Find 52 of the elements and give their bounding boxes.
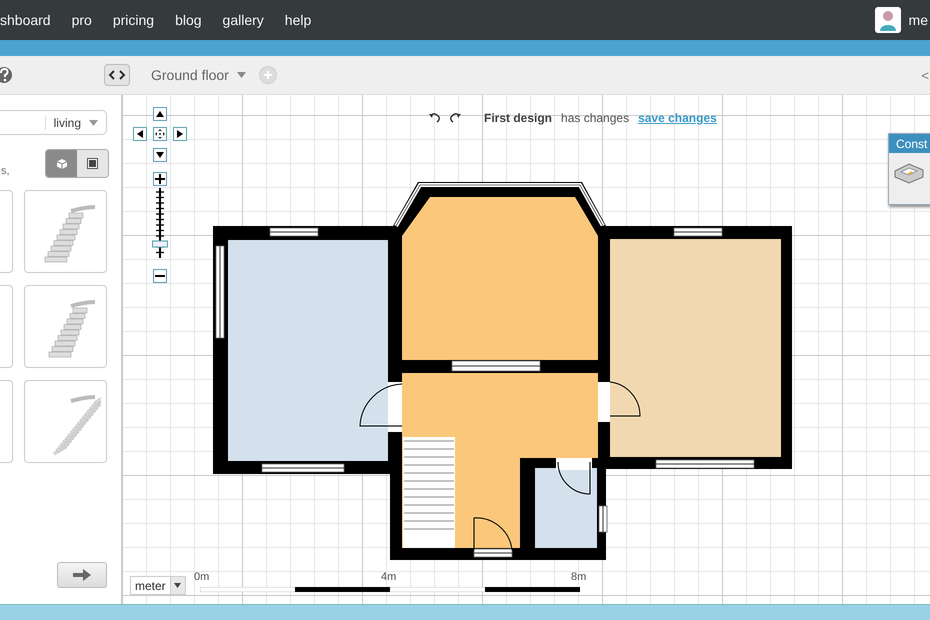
plus-icon (155, 174, 165, 184)
staircase-tile[interactable] (24, 285, 107, 368)
zoom-slider[interactable] (152, 188, 168, 258)
zoom-out-button[interactable] (153, 269, 167, 283)
floor-dropdown[interactable]: Ground floor (151, 67, 246, 83)
redo-icon[interactable] (448, 113, 462, 123)
scale-label: 4m (381, 571, 396, 583)
collapse-label[interactable]: < (921, 68, 929, 83)
help-icon[interactable] (0, 65, 12, 85)
caret-icon (236, 72, 246, 78)
2d-view-button[interactable] (77, 150, 108, 177)
design-name: First design (484, 111, 552, 125)
nav-link[interactable]: pricing (112, 12, 154, 28)
design-status: has changes (561, 111, 630, 125)
nav-link[interactable]: help (284, 12, 312, 28)
up-triangle-icon (156, 111, 164, 117)
pan-down-button[interactable] (153, 148, 167, 162)
wall-tool-icon[interactable] (893, 161, 925, 185)
unit-dropdown[interactable]: meter (130, 576, 186, 595)
square-icon (87, 158, 98, 169)
left-right-arrows-icon (108, 70, 126, 80)
pan-up-button[interactable] (153, 107, 167, 121)
zoom-slider-thumb[interactable] (152, 240, 168, 248)
nav-link[interactable]: blog (175, 12, 202, 28)
panel-toggle-button[interactable] (104, 64, 130, 86)
category-dropdown[interactable]: living (0, 110, 107, 135)
nav-link[interactable]: pro (72, 12, 92, 28)
pan-right-button[interactable] (173, 127, 187, 141)
left-triangle-icon (137, 130, 143, 138)
plus-icon (262, 70, 273, 80)
next-button[interactable] (57, 562, 107, 588)
staircase-tile[interactable] (24, 190, 107, 273)
pan-center-button[interactable] (153, 127, 167, 141)
avatar-icon[interactable] (874, 7, 901, 33)
panel-title: Const (889, 134, 930, 153)
scale-label: 8m (571, 571, 586, 583)
caret-icon (89, 120, 98, 126)
pan-left-button[interactable] (133, 127, 147, 141)
user-name[interactable]: me (908, 12, 928, 28)
zoom-in-button[interactable] (153, 172, 167, 186)
move-icon (155, 129, 165, 139)
nav-link[interactable]: gallery (222, 12, 264, 28)
library-hint: s, (1, 165, 10, 177)
undo-icon[interactable] (428, 113, 442, 123)
caret-icon (174, 583, 182, 588)
down-triangle-icon (156, 152, 164, 158)
right-triangle-icon (177, 130, 183, 138)
nav-link[interactable]: shboard (0, 12, 51, 28)
cube-icon (56, 158, 68, 170)
staircase-tile[interactable] (24, 380, 107, 463)
scale-label: 0m (194, 571, 210, 583)
arrow-right-icon (72, 568, 92, 582)
